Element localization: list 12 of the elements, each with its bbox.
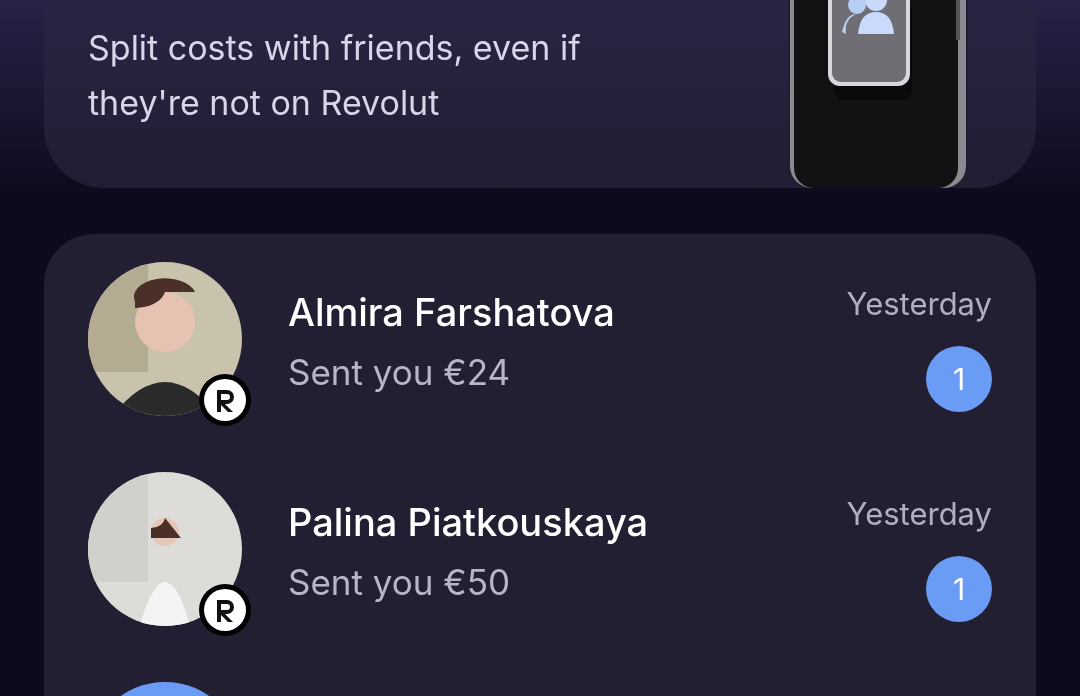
contact-name: Palina Piatkouskaya [288, 498, 650, 547]
badge-icon [203, 588, 247, 632]
message-time: Yesterday [846, 284, 992, 324]
promo-description: Split costs with friends, even if they're not on Revolut [88, 26, 582, 125]
contact-message: Sent you €24 [288, 350, 512, 395]
unread-count: 1 [926, 346, 992, 412]
promo-card[interactable]: Split costs with friends, even if they're not on Revolut [44, 0, 1036, 188]
contact-name: Almira Farshatova [288, 288, 616, 337]
message-time: Yesterday [846, 494, 992, 534]
unread-count: 1 [926, 556, 992, 622]
badge-icon [203, 378, 247, 422]
contact-message: Sent you €50 [288, 560, 512, 605]
